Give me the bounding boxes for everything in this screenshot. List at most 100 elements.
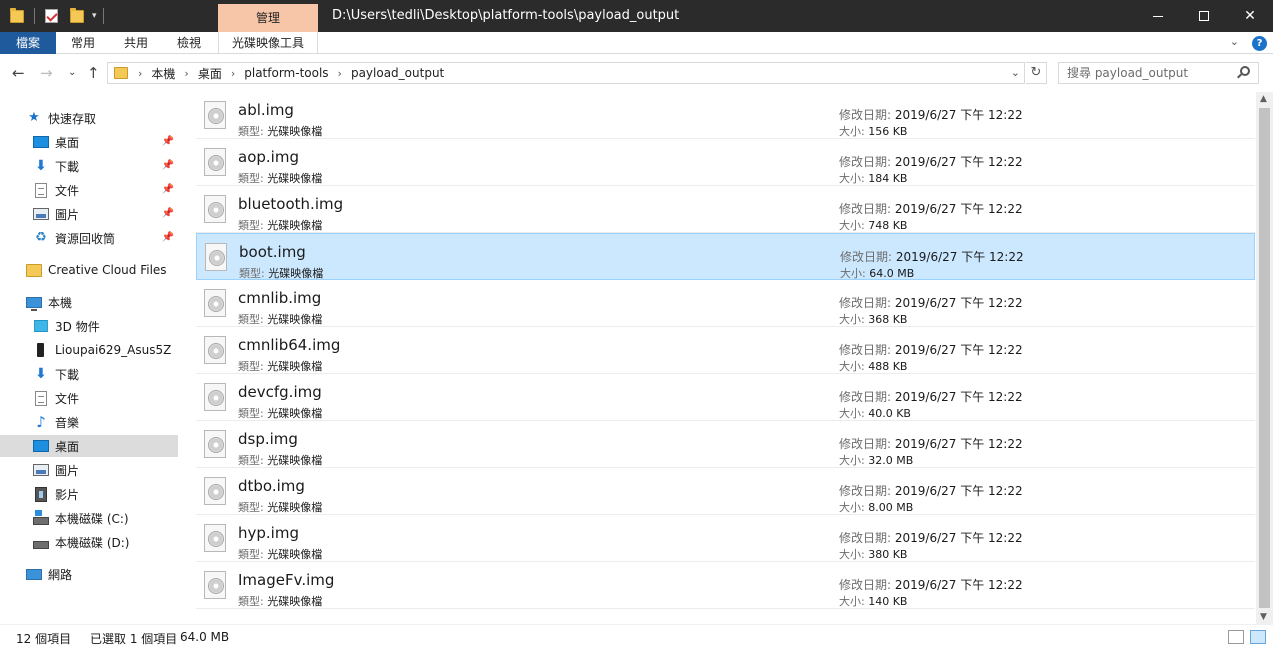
nav-videos[interactable]: 影片 [0,483,178,505]
document-icon [35,390,47,406]
window-title: D:\Users\tedli\Desktop\platform-tools\pa… [332,8,680,23]
properties-icon[interactable] [45,9,58,23]
minimize-button[interactable] [1135,0,1181,32]
nav-pictures[interactable]: 圖片 [0,459,178,481]
file-size: 大小: 140 KB [839,593,907,609]
search-icon[interactable] [1240,66,1250,76]
breadcrumb-chevron-icon[interactable]: › [231,67,235,80]
nav-quick-downloads[interactable]: ⬇ 下載 📌 [0,155,178,177]
nav-quick-pictures[interactable]: 圖片 📌 [0,203,178,225]
search-box[interactable] [1058,62,1259,84]
nav-label: Creative Cloud Files [48,263,167,277]
nav-desktop[interactable]: 桌面 [0,435,178,457]
large-icons-view-icon[interactable] [1250,630,1266,644]
nav-creative-cloud[interactable]: Creative Cloud Files [0,259,178,281]
file-date-label: 修改日期: [839,390,892,404]
nav-drive-c[interactable]: 本機磁碟 (C:) [0,507,178,529]
nav-drive-d[interactable]: 本機磁碟 (D:) [0,531,178,553]
scroll-up-icon[interactable]: ▲ [1260,94,1267,104]
file-type-label: 類型: [238,313,264,326]
close-button[interactable]: ✕ [1227,0,1273,32]
nav-downloads[interactable]: ⬇ 下載 [0,363,178,385]
address-dropdown-icon[interactable]: ⌄ [1011,66,1020,79]
nav-network[interactable]: 網路 [0,563,178,585]
file-type-label: 類型: [238,172,264,185]
breadcrumb-this-pc[interactable]: 本機 [151,65,175,82]
nav-label: 本機磁碟 (D:) [55,535,130,550]
file-date-value: 2019/6/27 下午 12:22 [894,202,1023,216]
nav-quick-recycle-bin[interactable]: ♻ 資源回收筒 📌 [0,227,178,249]
tab-share[interactable]: 共用 [110,32,162,54]
nav-quick-desktop[interactable]: 桌面 📌 [0,131,178,153]
file-row[interactable]: boot.img 類型: 光碟映像檔 修改日期: 2019/6/27 下午 12… [196,233,1255,280]
file-size: 大小: 488 KB [839,358,907,374]
new-folder-icon[interactable] [70,7,84,23]
nav-label: 下載 [55,159,80,174]
file-row[interactable]: dsp.img 類型: 光碟映像檔 修改日期: 2019/6/27 下午 12:… [196,421,1255,468]
nav-this-pc[interactable]: 本機 [0,291,178,313]
vertical-scrollbar[interactable]: ▲ ▼ [1256,92,1273,624]
file-size-value: 64.0 MB [869,267,915,280]
nav-phone-device[interactable]: Lioupai629_Asus5Z [0,339,178,361]
file-row[interactable]: aop.img 類型: 光碟映像檔 修改日期: 2019/6/27 下午 12:… [196,139,1255,186]
pin-icon[interactable]: 📌 [162,232,174,243]
file-name: dtbo.img [238,477,305,495]
breadcrumb-platform-tools[interactable]: platform-tools [244,66,328,80]
refresh-button[interactable]: ↻ [1026,62,1047,84]
up-arrow-icon[interactable]: ↑ [87,64,100,82]
maximize-button[interactable] [1181,0,1227,32]
file-size-label: 大小: [840,267,866,280]
nav-3d-objects[interactable]: 3D 物件 [0,315,178,337]
nav-label: 桌面 [55,439,80,454]
recent-locations-icon[interactable]: ⌄ [68,67,76,78]
forward-arrow-icon[interactable]: → [40,64,53,82]
help-icon[interactable]: ? [1252,36,1267,51]
nav-label: 音樂 [55,415,80,430]
search-input[interactable] [1067,66,1227,80]
tab-home[interactable]: 常用 [56,32,110,54]
file-row[interactable]: cmnlib.img 類型: 光碟映像檔 修改日期: 2019/6/27 下午 … [196,280,1255,327]
disc-image-icon [204,571,226,599]
folder-icon[interactable] [10,7,24,23]
manage-context-tab[interactable]: 管理 [218,4,318,32]
breadcrumb-chevron-icon[interactable]: › [184,67,188,80]
details-view-icon[interactable] [1228,630,1244,644]
file-row[interactable]: devcfg.img 類型: 光碟映像檔 修改日期: 2019/6/27 下午 … [196,374,1255,421]
expand-ribbon-icon[interactable]: ⌄ [1230,35,1239,48]
nav-quick-access[interactable]: ★ 快速存取 [0,107,178,129]
file-name: hyp.img [238,524,299,542]
back-arrow-icon[interactable]: ← [12,64,25,82]
status-bar: 12 個項目 已選取 1 個項目 64.0 MB [0,624,1273,650]
document-icon [35,182,47,198]
refresh-icon: ↻ [1030,65,1042,80]
breadcrumb-chevron-icon[interactable]: › [138,67,142,80]
pin-icon[interactable]: 📌 [162,208,174,219]
ribbon-tabs: 檔案 常用 共用 檢視 光碟映像工具 ⌄ ? [0,32,1273,54]
file-row[interactable]: cmnlib64.img 類型: 光碟映像檔 修改日期: 2019/6/27 下… [196,327,1255,374]
file-row[interactable]: ImageFv.img 類型: 光碟映像檔 修改日期: 2019/6/27 下午… [196,562,1255,609]
breadcrumb-desktop[interactable]: 桌面 [198,65,222,82]
breadcrumb-chevron-icon[interactable]: › [338,67,342,80]
scroll-down-icon[interactable]: ▼ [1260,612,1267,622]
tab-view[interactable]: 檢視 [162,32,216,54]
file-row[interactable]: bluetooth.img 類型: 光碟映像檔 修改日期: 2019/6/27 … [196,186,1255,233]
address-bar[interactable]: › 本機 › 桌面 › platform-tools › payload_out… [107,62,1025,84]
file-date-value: 2019/6/27 下午 12:22 [895,250,1024,264]
pin-icon[interactable]: 📌 [162,136,174,147]
file-row[interactable]: abl.img 類型: 光碟映像檔 修改日期: 2019/6/27 下午 12:… [196,92,1255,139]
customize-toolbar-icon[interactable]: ▾ [92,11,97,21]
breadcrumb-payload-output[interactable]: payload_output [351,66,444,80]
file-date: 修改日期: 2019/6/27 下午 12:22 [839,106,1023,123]
tab-disc-image-tools[interactable]: 光碟映像工具 [218,32,318,54]
file-size-label: 大小: [839,595,865,608]
file-row[interactable]: dtbo.img 類型: 光碟映像檔 修改日期: 2019/6/27 下午 12… [196,468,1255,515]
pin-icon[interactable]: 📌 [162,160,174,171]
tab-file[interactable]: 檔案 [0,32,56,54]
scroll-thumb[interactable] [1259,108,1270,608]
nav-quick-documents[interactable]: 文件 📌 [0,179,178,201]
nav-documents[interactable]: 文件 [0,387,178,409]
file-type-label: 類型: [238,548,264,561]
nav-music[interactable]: ♪ 音樂 [0,411,178,433]
file-row[interactable]: hyp.img 類型: 光碟映像檔 修改日期: 2019/6/27 下午 12:… [196,515,1255,562]
pin-icon[interactable]: 📌 [162,184,174,195]
